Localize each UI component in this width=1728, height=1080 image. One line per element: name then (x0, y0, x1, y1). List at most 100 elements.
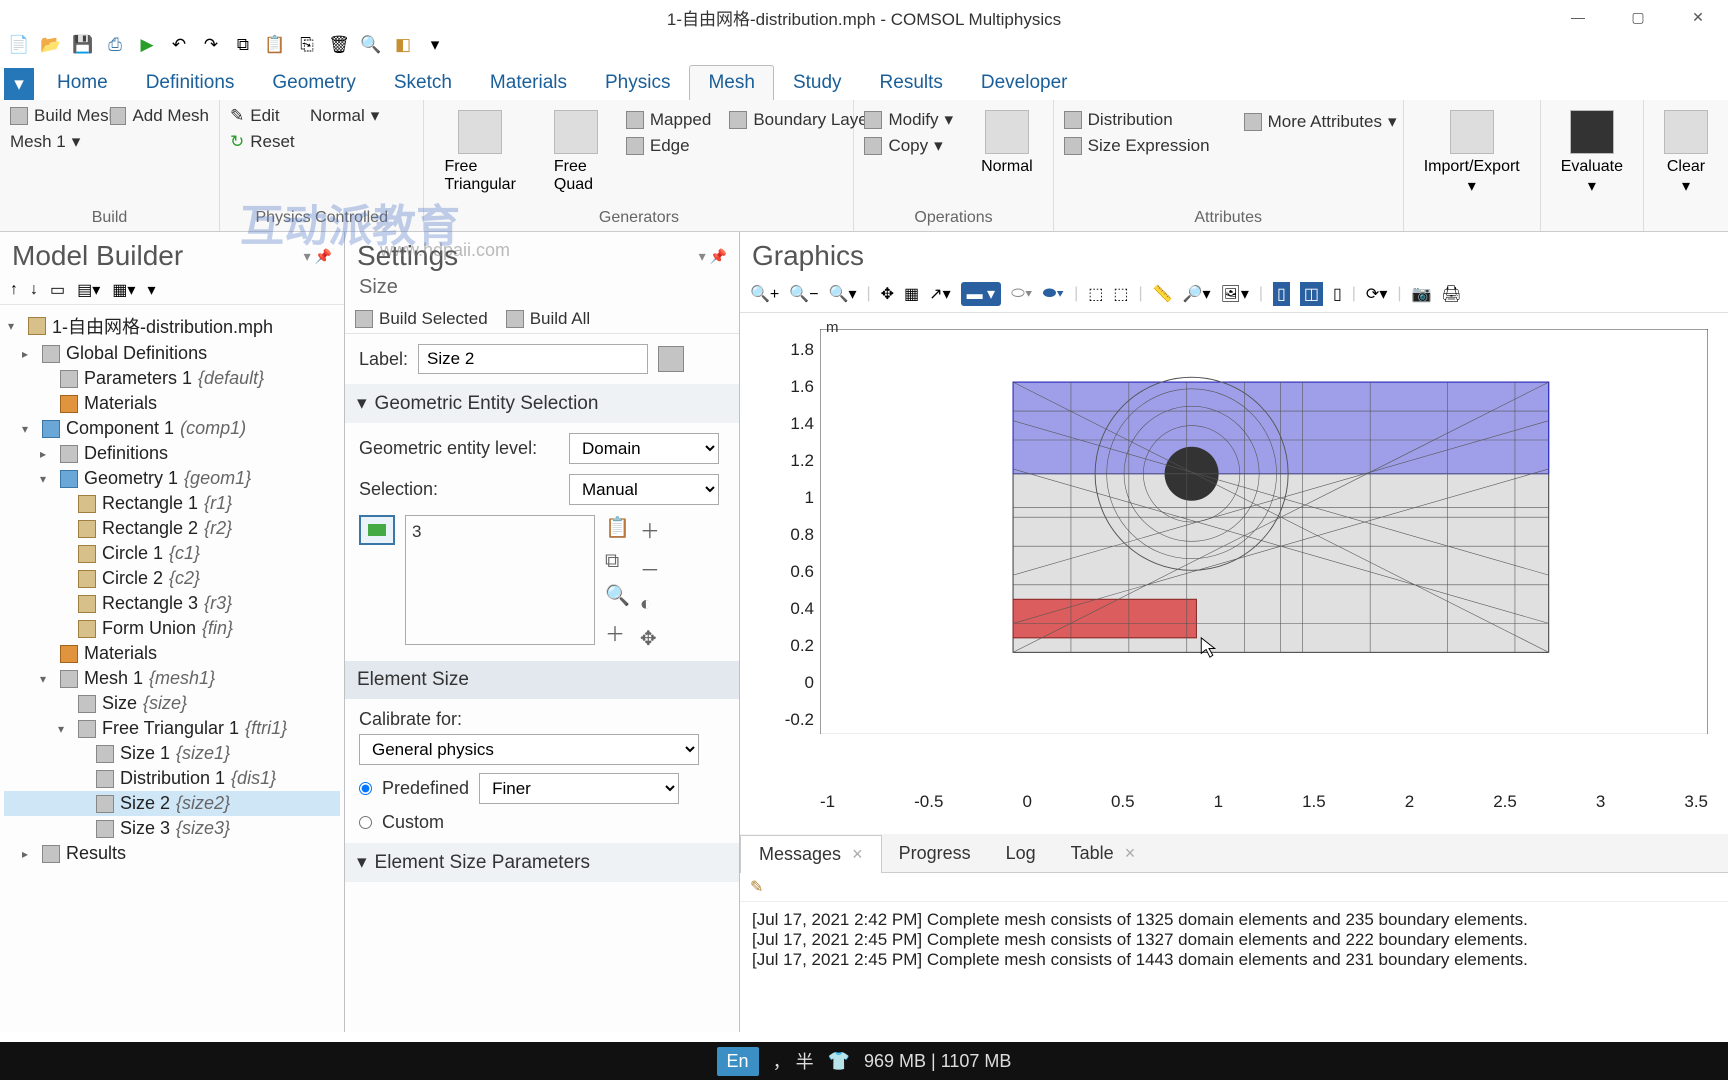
custom-radio[interactable] (359, 816, 372, 829)
delete-icon[interactable]: 🗑 (328, 34, 350, 56)
predefined-select[interactable]: Finer (479, 773, 679, 804)
tab-physics[interactable]: Physics (586, 65, 689, 100)
tree-item[interactable]: ▾Free Triangular 1 {ftri1} (4, 716, 340, 741)
tab-mesh[interactable]: Mesh (689, 65, 773, 100)
view-icon[interactable]: ▬ ▾ (961, 282, 1001, 306)
tree-item[interactable]: ▸Global Definitions (4, 341, 340, 366)
selection-select[interactable]: Manual (569, 474, 719, 505)
tab-geometry[interactable]: Geometry (253, 65, 374, 100)
maximize-button[interactable]: ▢ (1608, 0, 1668, 34)
tree-item[interactable]: Parameters 1 {default} (4, 366, 340, 391)
tree-item[interactable]: Rectangle 1 {r1} (4, 491, 340, 516)
edge-button[interactable]: Edge (626, 136, 711, 156)
paste-selection-icon[interactable]: 📋 (605, 515, 630, 540)
duplicate-icon[interactable]: ⎘ (296, 34, 318, 56)
highlight-icon[interactable]: ◧ (392, 34, 414, 56)
tree-item[interactable]: Materials (4, 641, 340, 666)
zoom-out-icon[interactable]: 🔍− (789, 284, 818, 304)
paste-icon[interactable]: 📋 (264, 34, 286, 56)
tab-definitions[interactable]: Definitions (127, 65, 254, 100)
select2-icon[interactable]: ⬚ (1113, 284, 1128, 304)
link-icon[interactable] (658, 346, 684, 372)
ime-indicator[interactable]: En (717, 1047, 759, 1076)
modify-dropdown[interactable]: Modify ▾ (864, 110, 953, 130)
probe-icon[interactable]: 🔎▾ (1183, 284, 1211, 304)
tab-sketch[interactable]: Sketch (375, 65, 471, 100)
build-selected-button[interactable]: Build Selected (355, 309, 488, 329)
reset-button[interactable]: ↻Reset (230, 132, 413, 152)
tree-item[interactable]: ▾Geometry 1 {geom1} (4, 466, 340, 491)
tab-results[interactable]: Results (861, 65, 962, 100)
free-quad-button[interactable]: Free Quad (544, 106, 608, 198)
window3-icon[interactable]: ▯ (1333, 284, 1342, 304)
log-tab[interactable]: Log (988, 835, 1054, 873)
tree-item[interactable]: Size {size} (4, 691, 340, 716)
copy-selection-icon[interactable]: ⧉ (605, 550, 630, 573)
mapped-button[interactable]: Mapped (626, 110, 711, 130)
tree-item[interactable]: ▸Definitions (4, 441, 340, 466)
new-icon[interactable]: 📄 (8, 34, 30, 56)
tree-item[interactable]: Size 3 {size3} (4, 816, 340, 841)
build-all-button[interactable]: Build All (506, 309, 590, 329)
messages-tab[interactable]: Messages × (740, 835, 882, 873)
tree-item[interactable]: Circle 1 {c1} (4, 541, 340, 566)
normal-button[interactable]: Normal (971, 106, 1043, 180)
predefined-radio[interactable] (359, 782, 372, 795)
disk2-icon[interactable]: ⬬▾ (1043, 285, 1064, 303)
tab-developer[interactable]: Developer (962, 65, 1087, 100)
size-expression-button[interactable]: Size Expression (1064, 136, 1393, 156)
minimize-button[interactable]: — (1548, 0, 1608, 34)
messages-body[interactable]: [Jul 17, 2021 2:42 PM] Complete mesh con… (740, 902, 1728, 1032)
label-input[interactable] (418, 344, 648, 374)
model-tree[interactable]: ▾1-自由网格-distribution.mph ▸Global Definit… (0, 305, 344, 1032)
copy-icon[interactable]: ⧉ (232, 34, 254, 56)
up-icon[interactable]: ↑ (10, 281, 18, 299)
copy-dropdown[interactable]: Copy ▾ (864, 136, 953, 156)
print-icon[interactable]: 🖨 (1441, 284, 1461, 304)
graphics-canvas-area[interactable]: m 1.81.61.41.210.80.60.40.20-0.2 -1-0.50… (740, 313, 1728, 834)
tree-root[interactable]: ▾1-自由网格-distribution.mph (4, 311, 340, 341)
tree-item[interactable]: Size 2 {size2} (4, 791, 340, 816)
close-tab-icon[interactable]: × (852, 844, 863, 864)
active-toggle[interactable] (359, 515, 395, 545)
tree-item[interactable]: Rectangle 2 {r2} (4, 516, 340, 541)
tree-item[interactable]: Circle 2 {c2} (4, 566, 340, 591)
redo-icon[interactable]: ↷ (200, 34, 222, 56)
tree-item[interactable]: Distribution 1 {dis1} (4, 766, 340, 791)
tab-study[interactable]: Study (774, 65, 861, 100)
toggle-icon2[interactable]: ◐ (640, 593, 660, 616)
tree-item[interactable]: Materials (4, 391, 340, 416)
more-attributes-dropdown[interactable]: More Attributes ▾ (1244, 112, 1397, 132)
close-tab-icon[interactable]: × (1125, 843, 1136, 863)
refresh-icon[interactable]: ⟳▾ (1366, 284, 1387, 304)
element-size-header[interactable]: Element Size (345, 661, 739, 699)
table-tab[interactable]: Table × (1053, 835, 1154, 873)
undo-icon[interactable]: ↶ (168, 34, 190, 56)
expand-icon[interactable]: ▤▾ (77, 280, 100, 300)
zoom-box-icon[interactable]: 🔍▾ (829, 284, 857, 304)
calibrate-select[interactable]: General physics (359, 734, 699, 765)
select-icon[interactable]: ⬚ (1088, 284, 1103, 304)
tree-item[interactable]: Form Union {fin} (4, 616, 340, 641)
dropdown-icon[interactable]: ▾ (424, 34, 446, 56)
selection-list[interactable]: 3 (405, 515, 595, 645)
disk1-icon[interactable]: ⬭▾ (1011, 285, 1032, 303)
down-icon[interactable]: ↓ (30, 281, 38, 299)
clear-button[interactable]: Clear▾ (1654, 106, 1718, 200)
add-icon[interactable]: ＋ (640, 515, 660, 544)
collapse-icon[interactable]: ▭ (50, 280, 65, 300)
window1-icon[interactable]: ▯ (1273, 282, 1290, 306)
progress-tab[interactable]: Progress (881, 835, 989, 873)
tree-item[interactable]: ▾Component 1 (comp1) (4, 416, 340, 441)
axis-icon[interactable]: ↗▾ (929, 284, 950, 304)
list-icon[interactable]: ▦▾ (112, 280, 135, 300)
zoom-selection-icon[interactable]: 🔍 (605, 583, 630, 608)
tree-item[interactable]: Rectangle 3 {r3} (4, 591, 340, 616)
measure-icon[interactable]: 📏 (1153, 284, 1173, 304)
add-selection-icon[interactable]: ＋ (605, 618, 630, 647)
open-icon[interactable]: 📂 (40, 34, 62, 56)
tab-home[interactable]: Home (38, 65, 127, 100)
center-icon[interactable]: ✥ (640, 626, 660, 651)
normal-dropdown[interactable]: Normal ▾ (310, 106, 413, 126)
message-tool-icon[interactable]: ✎ (750, 879, 763, 896)
